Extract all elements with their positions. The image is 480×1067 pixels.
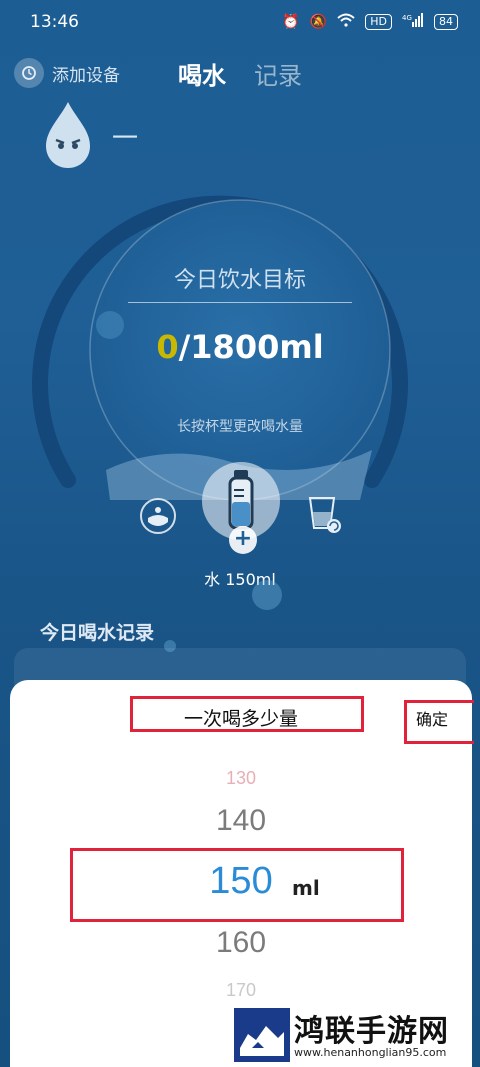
water-level-icon[interactable] xyxy=(140,498,176,534)
status-icons: ⏰ 🔕 HD 4G 84 xyxy=(282,13,458,31)
username-placeholder: 一 xyxy=(112,124,139,154)
watermark-logo xyxy=(234,1008,290,1062)
water-drop-mascot-icon[interactable] xyxy=(40,100,96,170)
goal-total: /1800ml xyxy=(178,328,324,366)
record-section-title: 今日喝水记录 xyxy=(40,622,155,644)
goal-hint: 长按杯型更改喝水量 xyxy=(177,419,303,435)
battery-indicator: 84 xyxy=(434,14,458,30)
status-time: 13:46 xyxy=(30,12,79,32)
cup-label: 水 150ml xyxy=(204,570,276,589)
signal-icon: 4G xyxy=(402,13,424,31)
tab-record[interactable]: 记录 xyxy=(254,56,302,91)
picker-option[interactable]: 140 xyxy=(10,804,472,838)
picker-option[interactable]: 130 xyxy=(10,768,472,789)
watermark-title: 鸿联手游网 xyxy=(294,1014,449,1049)
switch-cup-icon[interactable] xyxy=(306,494,342,534)
hd-badge: HD xyxy=(365,14,392,30)
status-bar: 13:46 ⏰ 🔕 HD 4G 84 xyxy=(0,0,480,44)
confirm-highlight-box xyxy=(404,700,474,744)
picker-option[interactable]: 170 xyxy=(10,980,472,1001)
svg-text:4G: 4G xyxy=(402,14,412,22)
title-highlight-box xyxy=(130,696,364,732)
picker-option[interactable]: 160 xyxy=(10,926,472,960)
watch-icon xyxy=(14,58,44,88)
goal-progress: 0/1800ml xyxy=(0,328,480,366)
goal-title: 今日饮水目标 xyxy=(173,268,306,293)
bubble-decoration xyxy=(252,580,282,610)
cup-selector: + xyxy=(0,462,480,562)
watermark-url: www.henanhonglian95.com xyxy=(294,1046,447,1059)
alarm-icon: ⏰ xyxy=(282,14,300,30)
top-nav: 添加设备 喝水 记录 xyxy=(0,52,480,96)
selection-highlight-box xyxy=(70,848,404,922)
goal-divider xyxy=(128,302,352,303)
wifi-icon xyxy=(337,13,355,31)
add-cup-icon[interactable]: + xyxy=(229,526,257,554)
mute-icon: 🔕 xyxy=(309,14,328,30)
add-device-label: 添加设备 xyxy=(52,65,120,86)
add-device-button[interactable]: 添加设备 xyxy=(14,58,120,88)
watermark: 鸿联手游网 www.henanhonglian95.com xyxy=(232,1004,472,1064)
tab-drink[interactable]: 喝水 xyxy=(178,56,226,91)
goal-current: 0 xyxy=(156,328,179,366)
